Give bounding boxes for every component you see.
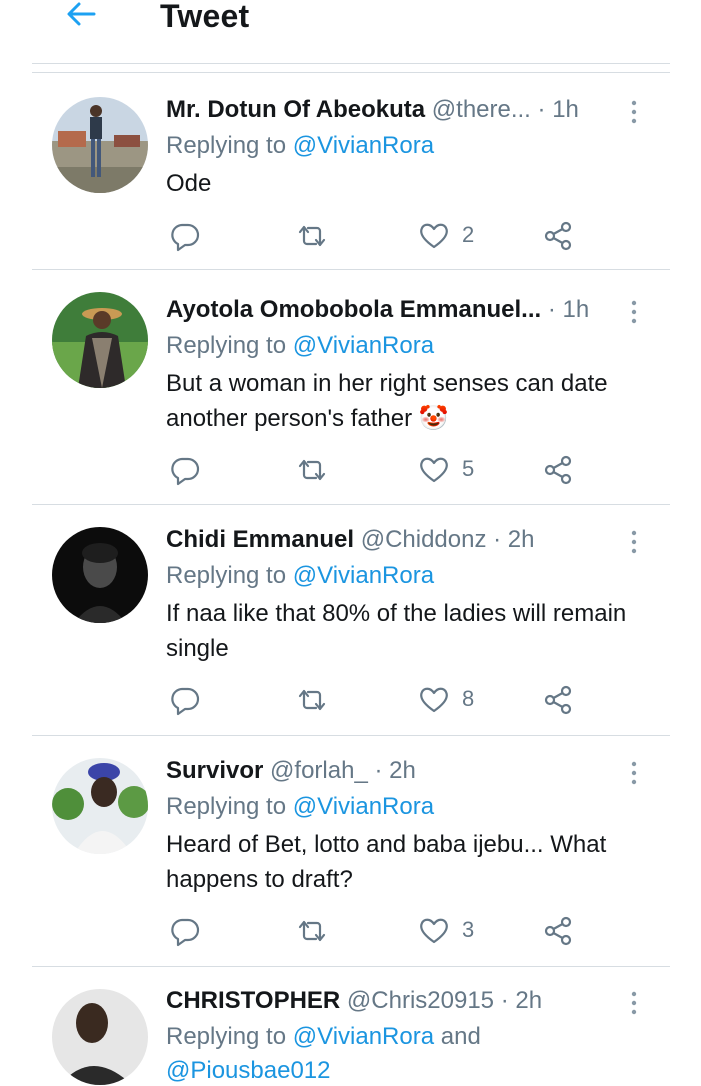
mention-link[interactable]: @VivianRora (293, 793, 434, 820)
retweet-icon[interactable] (294, 914, 330, 948)
avatar[interactable] (52, 758, 148, 854)
handle[interactable]: @forlah_ (270, 757, 368, 784)
replying-to-line-continued: @Piousbae012 (166, 1056, 330, 1086)
like-count: 5 (462, 456, 475, 481)
header-divider (32, 63, 670, 64)
display-name[interactable]: Ayotola Omobobola Emmanuel... (166, 296, 541, 323)
tweet-text: But a woman in her right senses can date… (166, 370, 608, 432)
tweet-header: Ayotola Omobobola Emmanuel... · 1h (166, 295, 589, 325)
timestamp: · 2h (374, 757, 416, 784)
timestamp: · 1h (547, 296, 590, 323)
tweet-text: Heard of Bet, lotto and baba ijebu... Wh… (166, 831, 607, 893)
more-options-icon[interactable] (628, 529, 640, 555)
replying-to-line: Replying to @VivianRora (166, 332, 435, 359)
mention-link[interactable]: @VivianRora (293, 132, 434, 159)
avatar[interactable] (52, 527, 148, 623)
mention-link[interactable]: @VivianRora (293, 562, 434, 589)
tweet-text: Ode (166, 170, 212, 197)
tweet-header: Chidi Emmanuel @Chiddonz · 2h (166, 525, 535, 555)
avatar[interactable] (52, 292, 148, 388)
tweet-divider (32, 504, 670, 505)
replying-to-line: Replying to @VivianRora (166, 793, 435, 820)
tweet-header: Mr. Dotun Of Abeokuta @there... · 1h (166, 95, 579, 125)
reply-icon[interactable] (168, 453, 202, 487)
reply-icon[interactable] (168, 914, 202, 948)
like-count: 8 (462, 686, 475, 711)
replying-to-line: Replying to @VivianRora and (166, 1023, 481, 1050)
display-name[interactable]: Chidi Emmanuel (166, 526, 354, 553)
avatar[interactable] (52, 989, 148, 1085)
like-count: 2 (462, 222, 475, 247)
like-heart-icon[interactable] (418, 453, 450, 487)
tweet-header: CHRISTOPHER @Chris20915 · 2h (166, 986, 542, 1016)
like-heart-icon[interactable] (418, 914, 450, 948)
retweet-icon[interactable] (294, 683, 330, 717)
like-count: 3 (462, 917, 475, 942)
header-divider (32, 72, 670, 73)
like-heart-icon[interactable] (418, 683, 450, 717)
back-arrow-icon[interactable] (64, 0, 98, 30)
share-icon[interactable] (543, 683, 575, 717)
action-bar: 2 (0, 219, 701, 253)
replying-to-line: Replying to @VivianRora (166, 562, 435, 589)
share-icon[interactable] (543, 914, 575, 948)
tweet-text: If naa like that 80% of the ladies will … (166, 600, 627, 662)
timestamp: · 1h (537, 96, 579, 123)
handle[interactable]: @Chris20915 (347, 987, 494, 1014)
display-name[interactable]: CHRISTOPHER (166, 987, 340, 1014)
mention-link[interactable]: @VivianRora (293, 332, 434, 359)
handle[interactable]: @there... (432, 96, 531, 123)
handle[interactable]: @Chiddonz (361, 526, 487, 553)
share-icon[interactable] (543, 219, 575, 253)
like-heart-icon[interactable] (418, 219, 450, 253)
action-bar: 3 (0, 914, 701, 948)
tweet-divider (32, 269, 670, 270)
tweet-divider (32, 966, 670, 967)
display-name[interactable]: Mr. Dotun Of Abeokuta (166, 96, 425, 123)
timestamp: · 2h (493, 526, 535, 553)
action-bar: 5 (0, 453, 701, 487)
timestamp: · 2h (500, 987, 543, 1014)
retweet-icon[interactable] (294, 453, 330, 487)
reply-icon[interactable] (168, 219, 202, 253)
display-name[interactable]: Survivor (166, 757, 263, 784)
app-header: Tweet (0, 0, 701, 73)
more-options-icon[interactable] (628, 990, 640, 1016)
mention-link[interactable]: @VivianRora (293, 1023, 434, 1050)
more-options-icon[interactable] (628, 299, 640, 325)
more-options-icon[interactable] (628, 760, 640, 786)
replying-to-line: Replying to @VivianRora (166, 132, 435, 159)
action-bar: 8 (0, 683, 701, 717)
retweet-icon[interactable] (294, 219, 330, 253)
page-title: Tweet (160, 0, 250, 34)
share-icon[interactable] (543, 453, 575, 487)
more-options-icon[interactable] (628, 99, 640, 125)
tweet-divider (32, 735, 670, 736)
reply-icon[interactable] (168, 683, 202, 717)
tweet-header: Survivor @forlah_ · 2h (166, 756, 416, 786)
avatar[interactable] (52, 97, 148, 193)
